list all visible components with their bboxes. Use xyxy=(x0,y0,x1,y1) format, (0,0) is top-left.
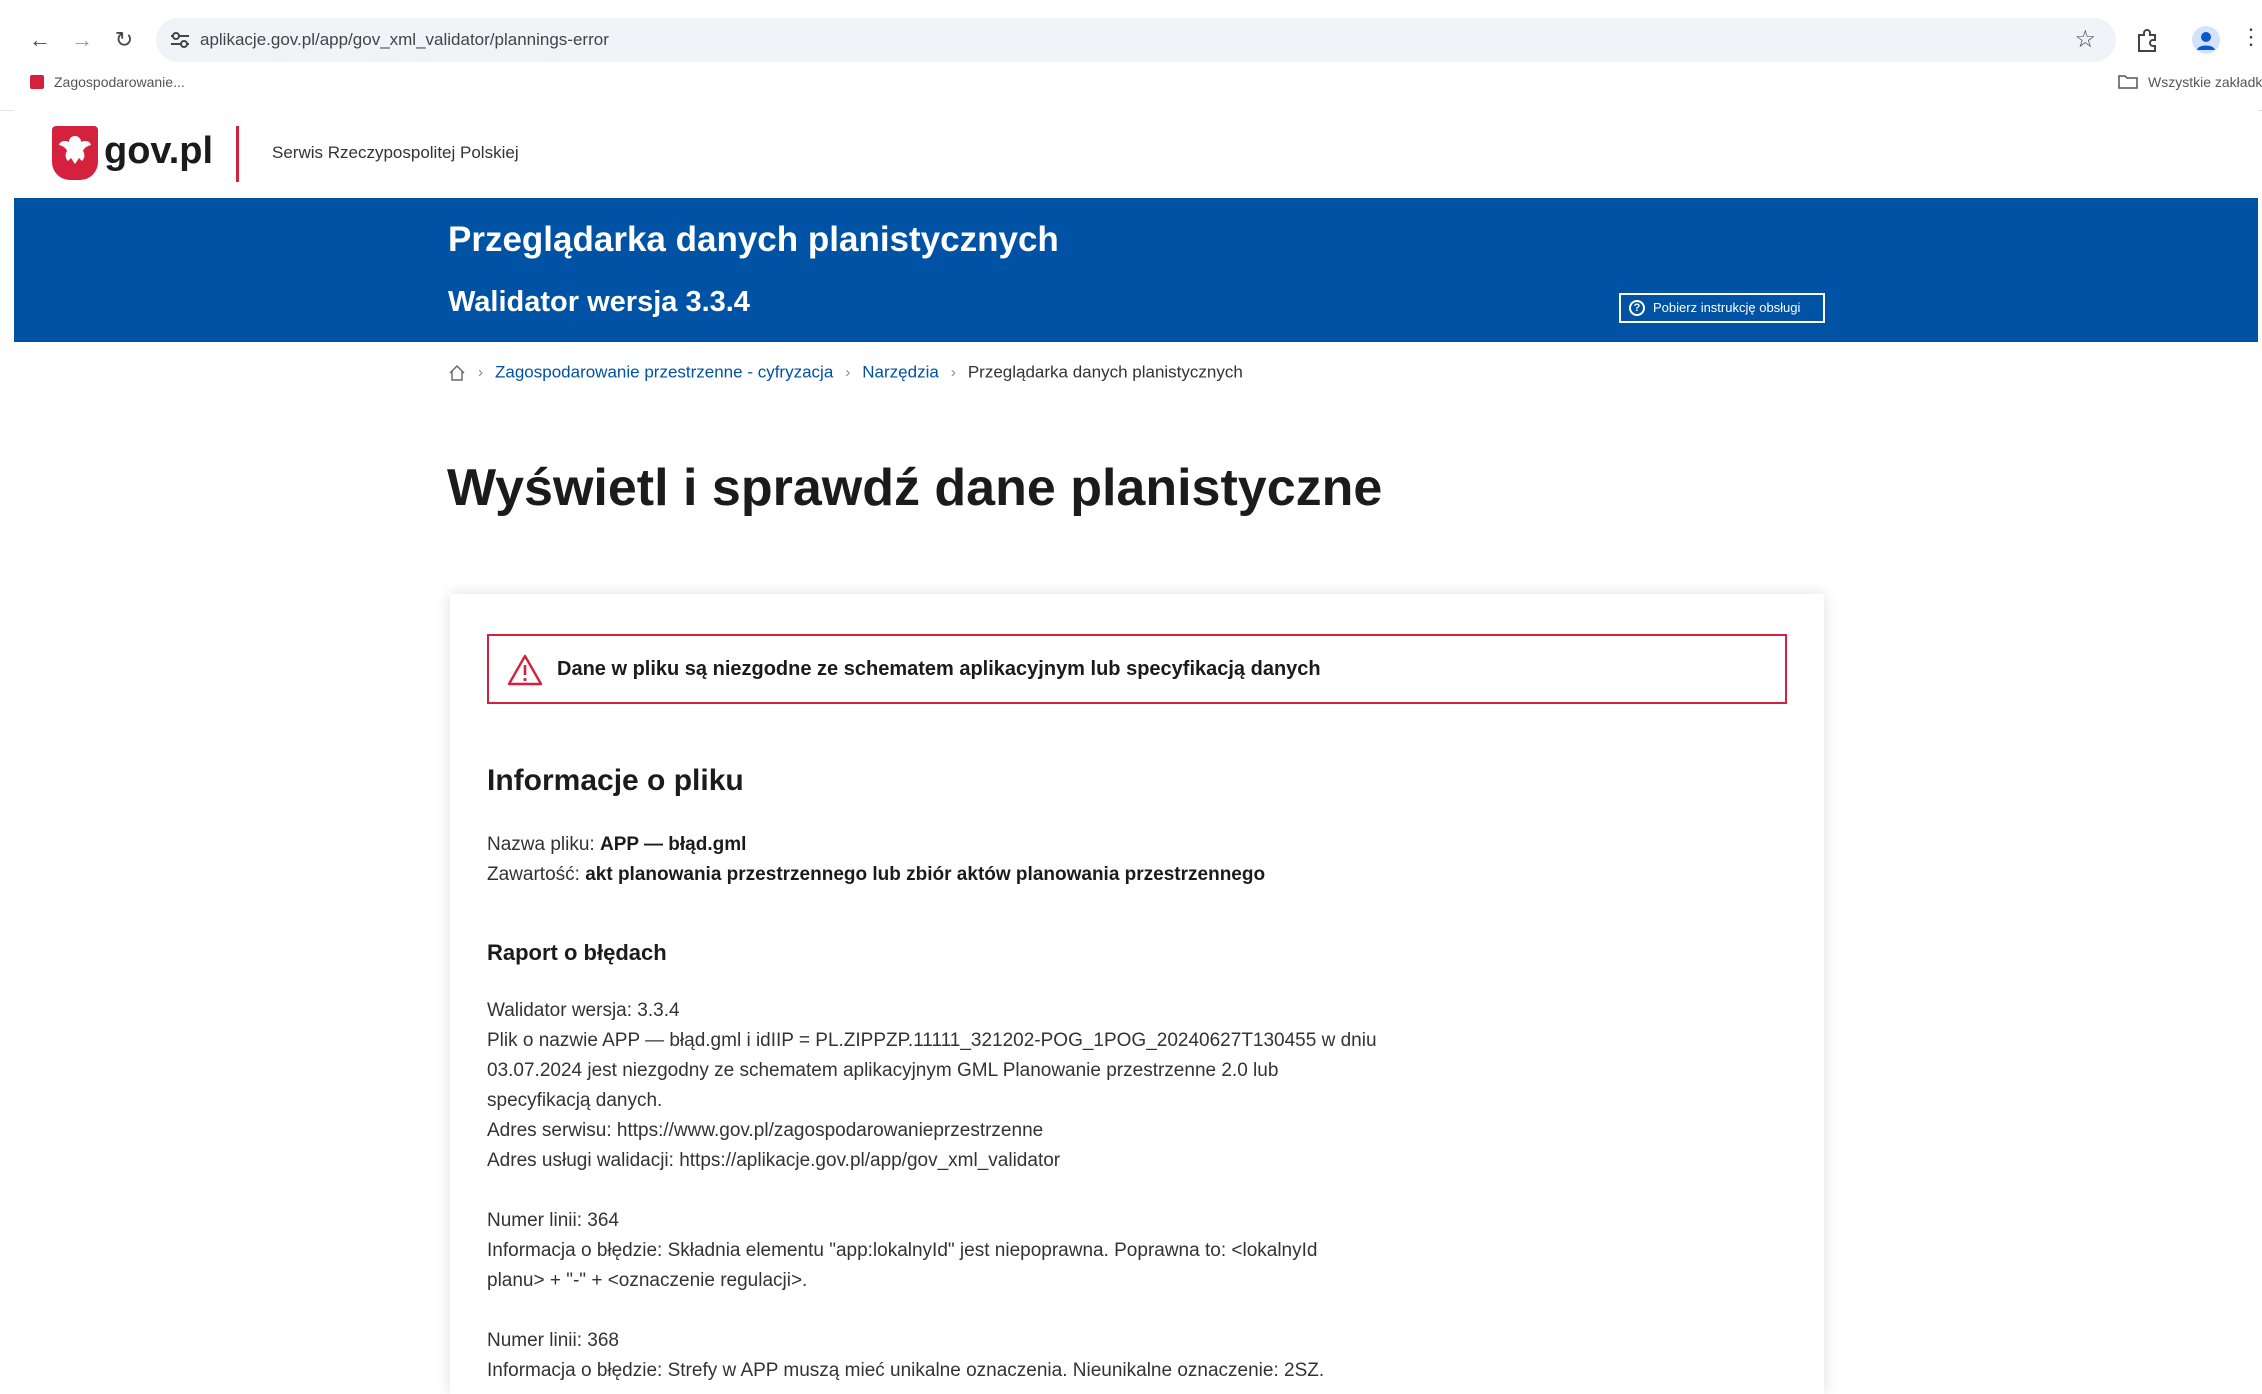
all-bookmarks-button[interactable]: Wszystkie zakładki xyxy=(2118,74,2262,90)
all-bookmarks-label: Wszystkie zakładki xyxy=(2148,74,2262,90)
bookmark-label: Zagospodarowanie... xyxy=(54,74,185,90)
download-manual-label: Pobierz instrukcję obsługi xyxy=(1653,300,1801,315)
site-settings-icon[interactable] xyxy=(168,28,192,52)
address-bar[interactable]: aplikacje.gov.pl/app/gov_xml_validator/p… xyxy=(156,18,2116,62)
alert-message: Dane w pliku są niezgodne ze schematem a… xyxy=(557,658,1321,680)
file-content-value: akt planowania przestrzennego lub zbiór … xyxy=(585,864,1266,885)
folder-icon xyxy=(2118,75,2138,89)
file-info-heading: Informacje o pliku xyxy=(487,764,744,797)
home-icon[interactable] xyxy=(448,364,466,382)
breadcrumb-current: Przeglądarka danych planistycznych xyxy=(967,362,1243,382)
breadcrumb-separator-icon: › xyxy=(950,364,956,382)
breadcrumb-link-zagospodarowanie[interactable]: Zagospodarowanie przestrzenne - cyfryzac… xyxy=(495,363,833,382)
help-circle-icon: ? xyxy=(1629,300,1645,316)
report-error-entry: Numer linii: 364 Informacja o błędzie: S… xyxy=(487,1206,1427,1296)
error-alert: Dane w pliku są niezgodne ze schematem a… xyxy=(487,634,1787,704)
report-line: Plik o nazwie APP — błąd.gml i idIIP = P… xyxy=(487,1030,1377,1051)
breadcrumb: › Zagospodarowanie przestrzenne - cyfryza… xyxy=(448,362,1243,388)
warning-triangle-icon xyxy=(507,654,543,686)
service-name: Serwis Rzeczypospolitej Polskiej xyxy=(272,143,519,162)
forward-arrow-icon[interactable]: → xyxy=(66,24,98,56)
browser-toolbar: ← → ↻ aplikacje.gov.pl/app/gov_xml_valid… xyxy=(0,14,2262,66)
gov-header: gov.pl Serwis Rzeczypospolitej Polskiej xyxy=(14,110,2258,198)
breadcrumb-separator-icon: › xyxy=(845,364,851,382)
app-banner: Przeglądarka danych planistycznych Walid… xyxy=(14,198,2258,342)
file-content-row: Zawartość: akt planowania przestrzennego… xyxy=(487,864,1265,886)
file-name-row: Nazwa pliku: APP — błąd.gml xyxy=(487,834,746,856)
breadcrumb-link-narzedzia[interactable]: Narzędzia xyxy=(862,363,939,382)
validation-result-card: Dane w pliku są niezgodne ze schematem a… xyxy=(450,594,1824,1394)
report-line: 03.07.2024 jest niezgodny ze schematem a… xyxy=(487,1060,1279,1081)
report-error-entry: Numer linii: 368 Informacja o błędzie: S… xyxy=(487,1326,1427,1386)
file-name-value: APP — błąd.gml xyxy=(600,834,747,855)
gov-favicon-icon xyxy=(30,75,44,89)
error-line-number: Numer linii: 368 xyxy=(487,1330,619,1351)
back-arrow-icon[interactable]: ← xyxy=(24,24,56,56)
bookmark-star-icon[interactable]: ☆ xyxy=(2074,25,2096,54)
error-description: Informacja o błędzie: Strefy w APP muszą… xyxy=(487,1360,1325,1381)
download-manual-button[interactable]: ? Pobierz instrukcję obsługi xyxy=(1619,293,1825,323)
breadcrumb-separator-icon: › xyxy=(478,364,483,382)
bookmarks-bar: Zagospodarowanie... Wszystkie zakładki xyxy=(0,70,2262,100)
file-name-label: Nazwa pliku: xyxy=(487,834,595,855)
browser-chrome: ← → ↻ aplikacje.gov.pl/app/gov_xml_valid… xyxy=(0,0,2262,111)
error-report-heading: Raport o błędach xyxy=(487,940,667,965)
url-text[interactable]: aplikacje.gov.pl/app/gov_xml_validator/p… xyxy=(200,18,609,62)
report-line: Walidator wersja: 3.3.4 xyxy=(487,1000,680,1021)
profile-avatar-icon[interactable] xyxy=(2192,26,2220,54)
error-line-number: Numer linii: 364 xyxy=(487,1210,619,1231)
error-description: Informacja o błędzie: Składnia elementu … xyxy=(487,1240,1318,1261)
error-description: planu> + "-" + <oznaczenie regulacji>. xyxy=(487,1270,808,1291)
page-title: Wyświetl i sprawdź dane planistyczne xyxy=(447,459,1383,517)
file-content-label: Zawartość: xyxy=(487,864,580,885)
report-line: specyfikacją danych. xyxy=(487,1090,663,1111)
eagle-emblem-icon[interactable] xyxy=(52,126,98,180)
header-divider xyxy=(236,126,239,182)
report-summary: Walidator wersja: 3.3.4 Plik o nazwie AP… xyxy=(487,996,1427,1176)
report-line: Adres serwisu: https://www.gov.pl/zagosp… xyxy=(487,1120,1044,1141)
app-title: Przeglądarka danych planistycznych xyxy=(448,220,1059,259)
reload-icon[interactable]: ↻ xyxy=(108,24,140,56)
gov-logo-text[interactable]: gov.pl xyxy=(104,130,213,173)
browser-menu-icon[interactable]: ⋮ xyxy=(2240,24,2262,50)
validator-version-title: Walidator wersja 3.3.4 xyxy=(448,286,750,318)
bookmark-item[interactable]: Zagospodarowanie... xyxy=(30,74,185,96)
report-line: Adres usługi walidacji: https://aplikacj… xyxy=(487,1150,1061,1171)
extensions-puzzle-icon[interactable] xyxy=(2132,24,2164,56)
